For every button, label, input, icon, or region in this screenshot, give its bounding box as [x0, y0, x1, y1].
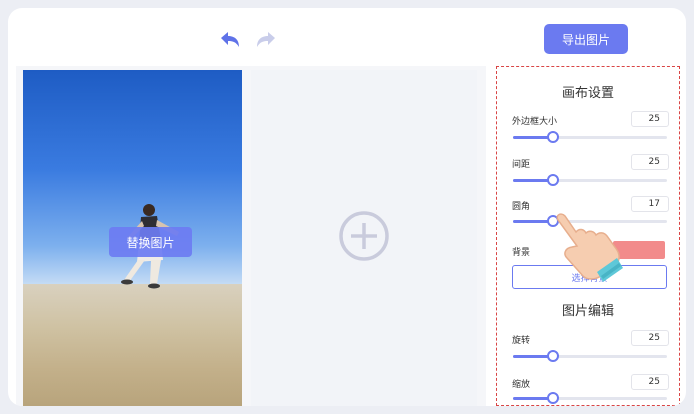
gap-label: 间距: [512, 160, 531, 170]
background-label: 背景: [512, 248, 531, 258]
border-size-slider-thumb[interactable]: [547, 131, 560, 143]
scale-input[interactable]: 25: [631, 374, 669, 390]
canvas-settings-title: 画布设置: [561, 86, 614, 101]
replace-image-button[interactable]: 替换图片: [109, 227, 192, 257]
scale-slider-thumb[interactable]: [547, 392, 560, 404]
scale-slider[interactable]: [513, 392, 667, 404]
rotate-label: 旋转: [512, 336, 531, 346]
undo-icon[interactable]: [218, 30, 242, 50]
gap-input[interactable]: 25: [631, 154, 669, 170]
redo-icon[interactable]: [254, 30, 278, 50]
corner-radius-input[interactable]: 17: [631, 196, 669, 212]
gap-slider-thumb[interactable]: [547, 174, 560, 186]
rotate-input[interactable]: 25: [631, 330, 669, 346]
add-image-slot[interactable]: [251, 70, 477, 406]
corner-radius-label: 圆角: [512, 202, 531, 212]
border-size-slider[interactable]: [513, 131, 667, 143]
export-image-button[interactable]: 导出图片: [544, 24, 628, 54]
top-toolbar: 导出图片: [8, 8, 686, 66]
border-size-input[interactable]: 25: [631, 111, 669, 127]
gap-slider[interactable]: [513, 174, 667, 186]
rotate-slider-thumb[interactable]: [547, 350, 560, 362]
beach-photo[interactable]: 替换图片: [23, 70, 242, 406]
image-edit-title: 图片编辑: [561, 304, 614, 319]
pointing-hand-icon: [545, 206, 625, 286]
rotate-slider[interactable]: [513, 350, 667, 362]
plus-circle-icon: [338, 210, 390, 266]
scale-label: 缩放: [512, 380, 531, 390]
canvas-area: 替换图片: [16, 66, 486, 406]
border-size-label: 外边框大小: [512, 117, 558, 127]
